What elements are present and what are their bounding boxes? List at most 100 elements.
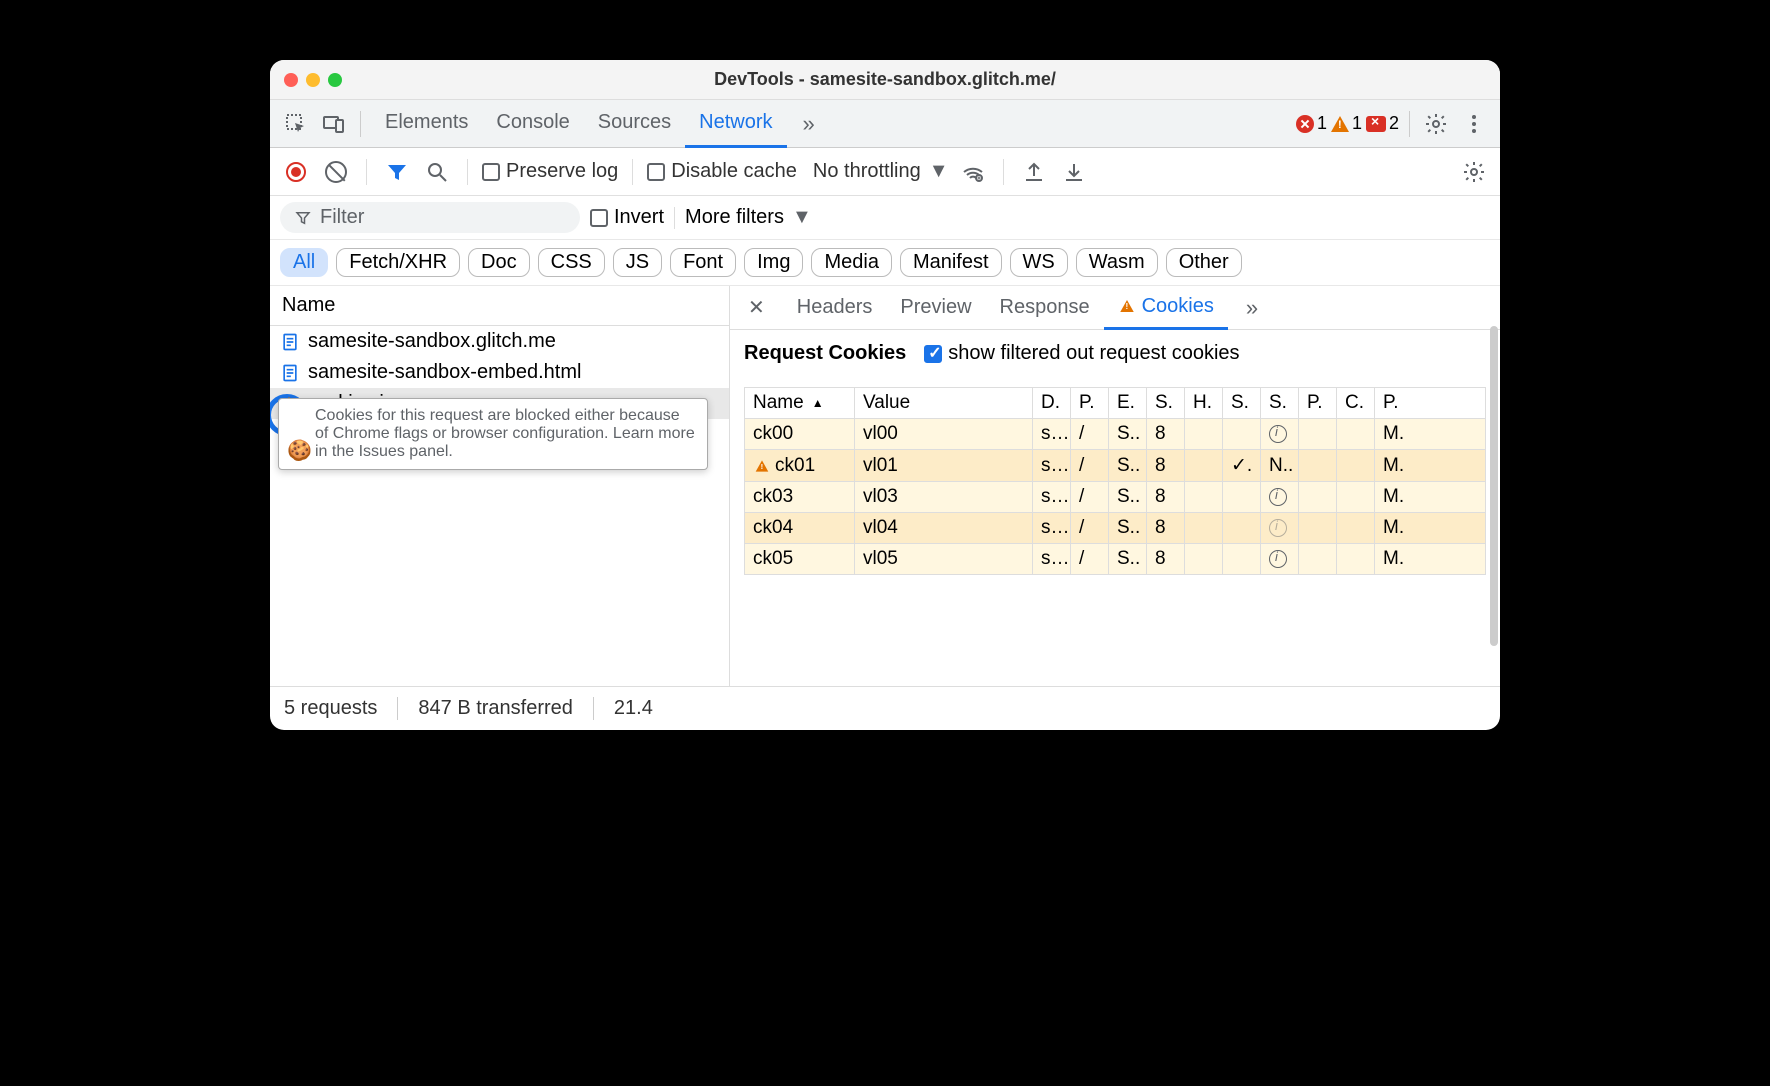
document-icon — [280, 332, 300, 352]
cookie-col-header[interactable]: P. — [1375, 388, 1413, 418]
cookie-cell: / — [1071, 513, 1109, 543]
cookie-col-header[interactable]: C. — [1337, 388, 1375, 418]
cookie-cell — [1261, 544, 1299, 574]
record-button[interactable] — [280, 156, 312, 188]
message-icon — [1366, 116, 1386, 132]
detail-tab-preview[interactable]: Preview — [886, 286, 985, 330]
more-tabs-icon[interactable]: » — [793, 111, 825, 137]
chip-wasm[interactable]: Wasm — [1076, 248, 1158, 277]
preserve-log-label: Preserve log — [506, 160, 618, 183]
network-settings-icon[interactable] — [1458, 156, 1490, 188]
cookie-cell — [1223, 482, 1261, 512]
request-row[interactable]: samesite-sandbox-embed.html — [270, 357, 729, 388]
errors-indicator[interactable]: 1 — [1296, 113, 1327, 134]
chip-font[interactable]: Font — [670, 248, 736, 277]
show-filtered-checkbox[interactable]: show filtered out request cookies — [924, 342, 1239, 365]
cookie-row[interactable]: ck01vl01s…/S..8✓.N..M. — [745, 450, 1485, 482]
status-area: 1 1 2 — [1296, 113, 1399, 134]
cookie-row[interactable]: ck00vl00s…/S..8M. — [745, 419, 1485, 450]
preserve-log-checkbox[interactable]: Preserve log — [482, 160, 618, 183]
chip-manifest[interactable]: Manifest — [900, 248, 1002, 277]
cookie-cell — [1185, 482, 1223, 512]
chip-other[interactable]: Other — [1166, 248, 1242, 277]
devtools-window: DevTools - samesite-sandbox.glitch.me/ E… — [270, 60, 1500, 730]
minimize-window-button[interactable] — [306, 73, 320, 87]
upload-har-icon[interactable] — [1018, 156, 1050, 188]
cookie-col-header[interactable]: S. — [1147, 388, 1185, 418]
kebab-menu-icon[interactable] — [1458, 108, 1490, 140]
network-conditions-icon[interactable] — [957, 156, 989, 188]
more-detail-tabs-icon[interactable]: » — [1236, 295, 1268, 321]
messages-indicator[interactable]: 2 — [1366, 113, 1399, 134]
cookie-col-header[interactable]: S. — [1223, 388, 1261, 418]
cookie-cell: N.. — [1261, 450, 1299, 481]
cookie-cell: S.. — [1109, 482, 1147, 512]
disable-cache-checkbox[interactable]: Disable cache — [647, 160, 797, 183]
cookie-col-header[interactable]: D. — [1033, 388, 1071, 418]
search-icon[interactable] — [421, 156, 453, 188]
settings-icon[interactable] — [1420, 108, 1452, 140]
inspect-element-icon[interactable] — [280, 108, 312, 140]
download-har-icon[interactable] — [1058, 156, 1090, 188]
cookie-col-header[interactable]: S. — [1261, 388, 1299, 418]
info-icon[interactable] — [1269, 488, 1287, 506]
detail-tab-headers[interactable]: Headers — [783, 286, 887, 330]
request-detail-pane: ✕ HeadersPreviewResponseCookies » Reques… — [730, 286, 1500, 686]
tab-sources[interactable]: Sources — [584, 100, 685, 148]
info-icon[interactable] — [1269, 425, 1287, 443]
chip-js[interactable]: JS — [613, 248, 662, 277]
cookie-cell — [1223, 513, 1261, 543]
cookie-cell — [1337, 419, 1375, 449]
name-column-header[interactable]: Name — [270, 286, 729, 326]
invert-checkbox[interactable]: Invert — [590, 206, 664, 229]
cookie-col-header[interactable]: P. — [1071, 388, 1109, 418]
maximize-window-button[interactable] — [328, 73, 342, 87]
chip-media[interactable]: Media — [811, 248, 891, 277]
info-icon[interactable] — [1269, 519, 1287, 537]
cookie-row[interactable]: ck05vl05s…/S..8M. — [745, 544, 1485, 574]
cookie-icon: 🍪 — [287, 438, 312, 463]
tab-console[interactable]: Console — [482, 100, 583, 148]
scrollbar[interactable] — [1490, 326, 1498, 646]
cookie-col-header[interactable]: Value — [855, 388, 1033, 418]
chip-all[interactable]: All — [280, 248, 328, 277]
request-name: samesite-sandbox-embed.html — [308, 361, 581, 384]
throttling-dropdown[interactable]: No throttling▼ — [813, 160, 949, 183]
close-detail-icon[interactable]: ✕ — [738, 295, 775, 320]
filter-input[interactable]: Filter — [280, 202, 580, 233]
main-tabs: ElementsConsoleSourcesNetwork — [371, 100, 787, 148]
traffic-lights — [270, 73, 342, 87]
chip-fetchxhr[interactable]: Fetch/XHR — [336, 248, 460, 277]
filter-toggle-icon[interactable] — [381, 156, 413, 188]
request-list: samesite-sandbox.glitch.me samesite-sandb… — [270, 326, 729, 686]
titlebar: DevTools - samesite-sandbox.glitch.me/ — [270, 60, 1500, 100]
cookie-col-header[interactable]: Name▲ — [745, 388, 855, 418]
cookie-cell: M. — [1375, 513, 1413, 543]
chip-css[interactable]: CSS — [538, 248, 605, 277]
request-name: samesite-sandbox.glitch.me — [308, 330, 556, 353]
warnings-indicator[interactable]: 1 — [1331, 113, 1362, 134]
chip-img[interactable]: Img — [744, 248, 803, 277]
resource-type-chips: All Fetch/XHR Doc CSS JS Font Img Media Manifest… — [270, 240, 1500, 286]
chip-doc[interactable]: Doc — [468, 248, 530, 277]
tab-elements[interactable]: Elements — [371, 100, 482, 148]
filter-placeholder: Filter — [320, 206, 364, 229]
more-filters-dropdown[interactable]: More filters▼ — [685, 206, 812, 229]
cookie-col-header[interactable]: E. — [1109, 388, 1147, 418]
request-row[interactable]: samesite-sandbox.glitch.me — [270, 326, 729, 357]
cookie-cell — [1337, 513, 1375, 543]
device-toolbar-icon[interactable] — [318, 108, 350, 140]
close-window-button[interactable] — [284, 73, 298, 87]
cookie-cell: ck04 — [745, 513, 855, 543]
info-icon[interactable] — [1269, 550, 1287, 568]
cookie-col-header[interactable]: P. — [1299, 388, 1337, 418]
chip-ws[interactable]: WS — [1010, 248, 1068, 277]
clear-button[interactable] — [320, 156, 352, 188]
cookie-row[interactable]: ck03vl03s…/S..8M. — [745, 482, 1485, 513]
cookie-col-header[interactable]: H. — [1185, 388, 1223, 418]
cookie-cell: ck05 — [745, 544, 855, 574]
tab-network[interactable]: Network — [685, 100, 786, 148]
detail-tab-response[interactable]: Response — [986, 286, 1104, 330]
detail-tab-cookies[interactable]: Cookies — [1104, 286, 1228, 330]
cookie-row[interactable]: ck04vl04s…/S..8M. — [745, 513, 1485, 544]
